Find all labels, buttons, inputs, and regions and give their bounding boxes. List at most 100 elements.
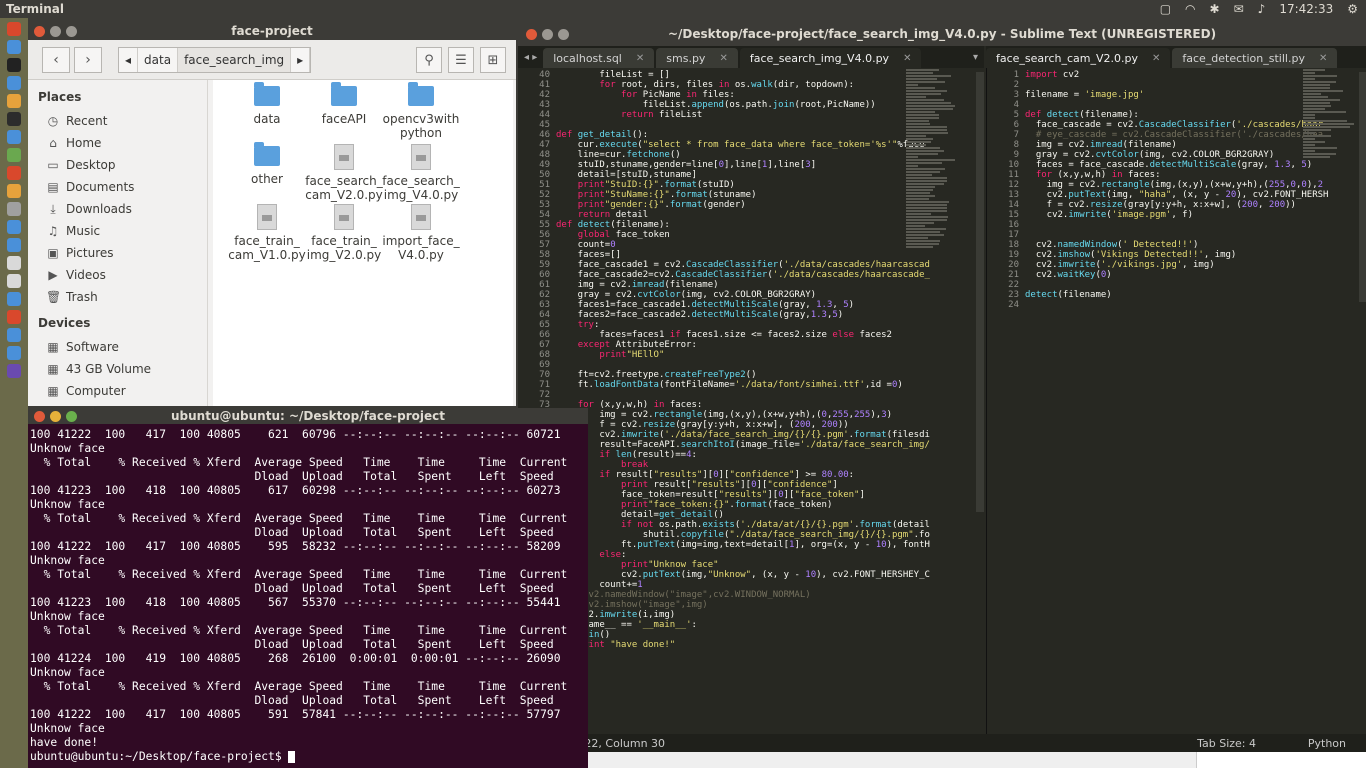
tab-scroll-icon[interactable]: ◂ ▸ — [518, 52, 543, 63]
sidebar-item-label: Trash — [66, 290, 98, 304]
window-icon[interactable]: ▢ — [1160, 2, 1171, 16]
launcher-app-icon[interactable] — [7, 310, 21, 324]
launcher-app-icon[interactable] — [7, 184, 21, 198]
clock[interactable]: 17:42:33 — [1279, 2, 1333, 16]
list-view-button[interactable]: ☰ — [448, 47, 474, 73]
minimap-line — [906, 204, 947, 206]
tab-localhost-sql[interactable]: localhost.sql ✕ — [543, 48, 655, 68]
tab-face-search-cam[interactable]: face_search_cam_V2.0.py ✕ — [986, 48, 1171, 68]
tab-sms-py[interactable]: sms.py ✕ — [656, 48, 738, 68]
minimap-line — [1303, 69, 1325, 71]
tab-face-detection-still[interactable]: face_detection_still.py ✕ — [1172, 48, 1338, 68]
launcher-app-icon[interactable] — [7, 256, 21, 270]
close-icon[interactable]: ✕ — [1152, 53, 1160, 64]
sidebar-item-music[interactable]: ♫ Music — [28, 220, 207, 242]
minimap-line — [906, 234, 944, 236]
minimap-line — [1303, 141, 1325, 143]
sidebar-item-desktop[interactable]: ▭ Desktop — [28, 154, 207, 176]
close-icon[interactable]: ✕ — [1319, 53, 1327, 64]
terminal-output[interactable]: 100 41222 100 417 100 40805 621 60796 --… — [28, 428, 588, 768]
item-label: face_search_ img_V4.0.py — [382, 174, 460, 202]
terminal-prompt-line[interactable]: ubuntu@ubuntu:~/Desktop/face-project$ — [30, 750, 588, 764]
file-item[interactable]: face_search_ img_V4.0.py — [381, 142, 461, 202]
volume-icon[interactable]: ♪ — [1258, 2, 1266, 16]
launcher-app-icon[interactable] — [7, 40, 21, 54]
back-button[interactable]: ‹ — [42, 46, 70, 73]
tab-size[interactable]: Tab Size: 4 — [1197, 737, 1256, 750]
sidebar-item-43-gb-volume[interactable]: ▦ 43 GB Volume — [28, 358, 207, 380]
sidebar-item-label: Computer — [66, 384, 126, 398]
terminal-line: Unknow face — [30, 610, 105, 623]
search-button[interactable]: ⚲ — [416, 47, 442, 73]
code-area[interactable]: fileList = [] for root, dirs, files in o… — [556, 68, 930, 650]
file-item[interactable]: face_train_ cam_V1.0.py — [227, 202, 307, 262]
sidebar-item-home[interactable]: ⌂ Home — [28, 132, 207, 154]
breadcrumb-right-arrow[interactable]: ▸ — [291, 47, 311, 72]
folder-item[interactable]: faceAPI — [304, 82, 384, 126]
minimap[interactable] — [1299, 68, 1366, 268]
tab-face-search-img[interactable]: face_search_img_V4.0.py ✕ — [739, 48, 922, 68]
minimap-line — [906, 144, 926, 146]
launcher-app-icon[interactable] — [7, 202, 21, 216]
launcher-app-icon[interactable] — [7, 130, 21, 144]
minimap-line — [906, 123, 930, 125]
background-window-right — [1196, 752, 1366, 768]
gear-icon[interactable]: ⚙ — [1347, 2, 1358, 16]
launcher-app-icon[interactable] — [7, 148, 21, 162]
code-area[interactable]: import cv2 filename = 'image.jpg' def de… — [1025, 68, 1328, 310]
sidebar-item-software[interactable]: ▦ Software — [28, 336, 207, 358]
minimap-line — [906, 156, 918, 158]
close-icon[interactable]: ✕ — [636, 53, 644, 64]
drive-icon: ▦ — [47, 384, 59, 398]
launcher-app-icon[interactable] — [7, 346, 21, 360]
minimap-line — [906, 93, 941, 95]
launcher-app-icon[interactable] — [7, 364, 21, 378]
sidebar-item-downloads[interactable]: ⤓ Downloads — [28, 198, 207, 220]
item-label: face_train_ cam_V1.0.py — [228, 234, 306, 262]
launcher-app-icon[interactable] — [7, 166, 21, 180]
launcher-app-icon[interactable] — [7, 328, 21, 342]
minimap-line — [906, 135, 926, 137]
minimap[interactable] — [902, 68, 972, 268]
file-icon — [334, 204, 354, 230]
launcher-app-icon[interactable] — [7, 58, 21, 72]
wifi-icon[interactable]: ◠ — [1185, 2, 1195, 16]
breadcrumb-item-face-search-img[interactable]: face_search_img — [178, 47, 292, 72]
minimap-line — [1303, 102, 1330, 104]
folder-item[interactable]: opencv3with python — [381, 82, 461, 140]
grid-view-button[interactable]: ⊞ — [480, 47, 506, 73]
right-editor-pane[interactable]: 1 2 3 4 5 6 7 8 9 10 11 12 13 14 15 16 1… — [986, 68, 1366, 734]
launcher-app-icon[interactable] — [7, 112, 21, 126]
launcher-app-icon[interactable] — [7, 22, 21, 36]
syntax-language[interactable]: Python — [1308, 737, 1346, 750]
launcher-app-icon[interactable] — [7, 292, 21, 306]
mail-icon[interactable]: ✉ — [1234, 2, 1244, 16]
sidebar-item-recent[interactable]: ◷ Recent — [28, 110, 207, 132]
launcher-app-icon[interactable] — [7, 94, 21, 108]
tab-dropdown-icon[interactable]: ▾ — [967, 52, 984, 63]
file-item[interactable]: face_train_ img_V2.0.py — [304, 202, 384, 262]
launcher-app-icon[interactable] — [7, 76, 21, 90]
launcher-app-icon[interactable] — [7, 220, 21, 234]
minimap-line — [906, 237, 928, 239]
sidebar-item-videos[interactable]: ▶ Videos — [28, 264, 207, 286]
file-item[interactable]: import_face_ V4.0.py — [381, 202, 461, 262]
forward-button[interactable]: › — [74, 46, 102, 73]
folder-item[interactable]: data — [227, 82, 307, 126]
sidebar-item-documents[interactable]: ▤ Documents — [28, 176, 207, 198]
vertical-scrollbar[interactable] — [976, 72, 984, 512]
close-icon[interactable]: ✕ — [903, 53, 911, 64]
launcher-app-icon[interactable] — [7, 238, 21, 252]
launcher-app-icon[interactable] — [7, 274, 21, 288]
vertical-scrollbar[interactable] — [1359, 72, 1366, 302]
sidebar-item-pictures[interactable]: ▣ Pictures — [28, 242, 207, 264]
breadcrumb-left-arrow[interactable]: ◂ — [119, 47, 139, 72]
sidebar-item-computer[interactable]: ▦ Computer — [28, 380, 207, 402]
file-item[interactable]: face_search_ cam_V2.0.py — [304, 142, 384, 202]
close-icon[interactable]: ✕ — [719, 53, 727, 64]
bluetooth-icon[interactable]: ✱ — [1210, 2, 1220, 16]
terminal-line: 100 41224 100 419 100 40805 268 26100 0:… — [30, 652, 561, 665]
folder-item[interactable]: other — [227, 142, 307, 186]
sidebar-item-trash[interactable]: 🗑 Trash — [28, 286, 207, 308]
breadcrumb-item-data[interactable]: data — [138, 47, 179, 72]
